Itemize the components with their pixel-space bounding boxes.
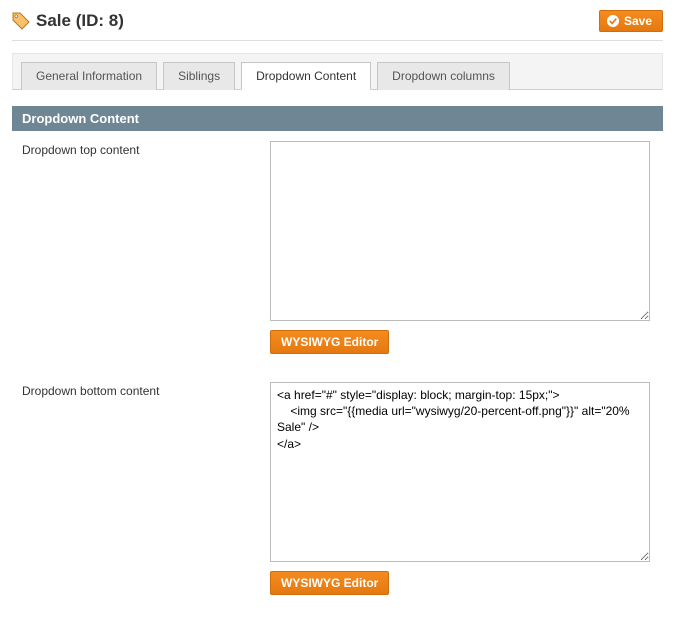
panel-dropdown-content: Dropdown Content Dropdown top content WY… [12,106,663,613]
sale-tag-icon [12,12,30,30]
save-button-label: Save [624,14,652,28]
panel-title: Dropdown Content [12,106,663,131]
tab-bar: General Information Siblings Dropdown Co… [12,53,663,90]
tab-dropdown-columns[interactable]: Dropdown columns [377,62,510,90]
wysiwyg-editor-button-top[interactable]: WYSIWYG Editor [270,330,389,354]
save-button[interactable]: Save [599,10,663,32]
divider [12,40,663,41]
page-header: Sale (ID: 8) Save [12,8,663,38]
page-title: Sale (ID: 8) [36,11,124,31]
check-icon [607,15,619,27]
tab-siblings[interactable]: Siblings [163,62,235,90]
field-label-top: Dropdown top content [22,141,270,354]
dropdown-bottom-textarea[interactable] [270,382,650,562]
field-label-bottom: Dropdown bottom content [22,382,270,595]
wysiwyg-editor-button-bottom[interactable]: WYSIWYG Editor [270,571,389,595]
dropdown-top-textarea[interactable] [270,141,650,321]
field-dropdown-top: Dropdown top content WYSIWYG Editor [12,131,663,372]
title-wrap: Sale (ID: 8) [12,11,124,31]
tab-dropdown-content[interactable]: Dropdown Content [241,62,371,90]
field-dropdown-bottom: Dropdown bottom content WYSIWYG Editor [12,372,663,613]
tab-general-information[interactable]: General Information [21,62,157,90]
